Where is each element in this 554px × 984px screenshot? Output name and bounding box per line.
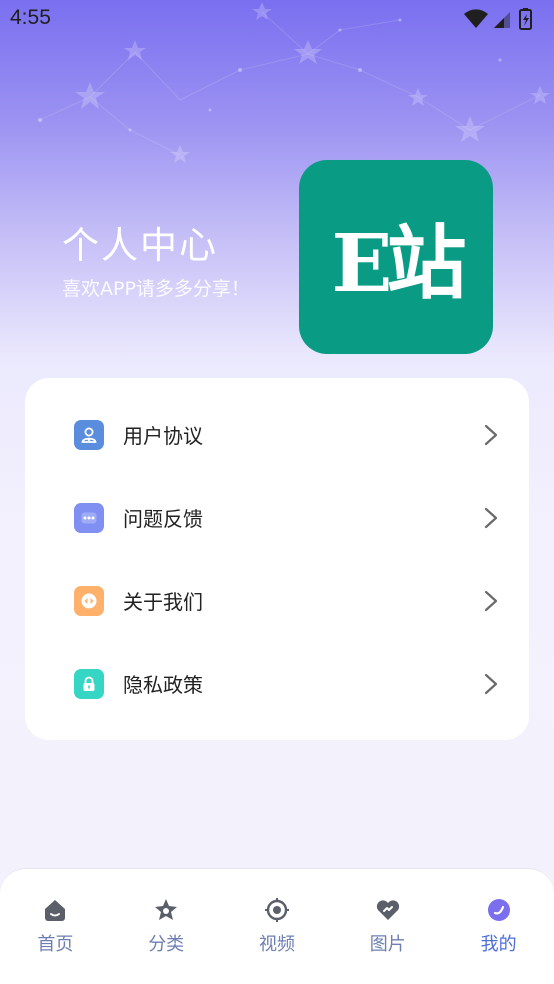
chevron-right-icon xyxy=(484,507,498,528)
wifi-icon xyxy=(464,9,488,28)
menu-item-user-agreement[interactable]: 用户协议 xyxy=(25,393,529,476)
menu-item-label: 问题反馈 xyxy=(123,507,203,531)
app-logo-text: E站 xyxy=(331,216,467,310)
menu-item-label: 隐私政策 xyxy=(123,673,203,697)
nav-label: 分类 xyxy=(148,934,185,955)
status-bar: 4:55 xyxy=(0,0,554,38)
chevron-right-icon xyxy=(484,673,498,694)
nav-item-image[interactable]: 图片 xyxy=(332,869,443,984)
menu-item-about-us[interactable]: 关于我们 xyxy=(25,559,529,642)
category-icon xyxy=(155,899,178,920)
nav-item-video[interactable]: 视频 xyxy=(222,869,333,984)
status-icons xyxy=(464,8,532,30)
home-icon xyxy=(45,900,66,921)
nav-item-category[interactable]: 分类 xyxy=(111,869,222,984)
menu-item-privacy-policy[interactable]: 隐私政策 xyxy=(25,642,529,725)
status-time: 4:55 xyxy=(10,6,51,29)
privacy-lock-icon xyxy=(74,668,104,699)
nav-item-home[interactable]: 首页 xyxy=(0,869,111,984)
nav-item-profile[interactable]: 我的 xyxy=(443,869,554,984)
menu-item-label: 用户协议 xyxy=(123,424,203,448)
nav-label: 我的 xyxy=(480,934,517,955)
nav-label: 视频 xyxy=(258,934,295,955)
settings-menu-card: 用户协议 问题反馈 关于我们 隐私政策 xyxy=(25,378,529,740)
feedback-chat-icon xyxy=(74,502,104,533)
menu-item-feedback[interactable]: 问题反馈 xyxy=(25,476,529,559)
image-icon xyxy=(376,900,399,920)
user-agreement-icon xyxy=(74,419,104,450)
bottom-navigation-bar: 首页 分类 视频 图片 我的 xyxy=(0,868,554,984)
page-subtitle: 喜欢APP请多多分享！ xyxy=(62,278,250,300)
battery-icon xyxy=(519,8,532,30)
nav-label: 图片 xyxy=(369,934,406,955)
video-icon xyxy=(264,898,289,922)
chevron-right-icon xyxy=(484,424,498,445)
signal-icon xyxy=(494,12,510,28)
profile-icon xyxy=(487,899,510,921)
page-title: 个人中心 xyxy=(62,224,218,267)
chevron-right-icon xyxy=(484,590,498,611)
profile-page: 4:55 个人中心 喜欢APP请多多分享！ E站 用户协议 问题反馈 关于我们 … xyxy=(0,0,554,984)
app-logo: E站 xyxy=(299,160,493,354)
about-us-icon xyxy=(74,585,104,616)
menu-item-label: 关于我们 xyxy=(123,590,203,614)
nav-label: 首页 xyxy=(37,934,74,955)
